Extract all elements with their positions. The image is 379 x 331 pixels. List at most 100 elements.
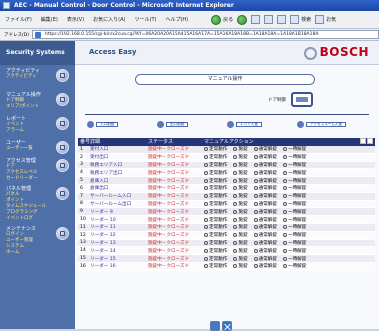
row-name[interactable]: 受付入口 xyxy=(90,146,148,152)
sidebar-item-event-log[interactable]: イベントログ xyxy=(6,216,75,222)
action-radio[interactable]: 通常解錠 xyxy=(253,209,277,215)
row-name[interactable]: リーダー 13 xyxy=(90,240,148,246)
action-radio[interactable]: 一時解錠 xyxy=(282,256,306,262)
action-radio[interactable]: 定常動作 xyxy=(204,170,227,176)
row-name[interactable]: リーダー 15 xyxy=(90,256,148,262)
back-button[interactable]: 戻る xyxy=(211,14,233,26)
action-radio[interactable]: 通常解錠 xyxy=(253,263,277,269)
action-radio[interactable]: 施錠 xyxy=(233,240,248,246)
action-radio[interactable]: 施錠 xyxy=(233,217,248,223)
action-radio[interactable]: 一時解錠 xyxy=(282,217,306,223)
action-radio[interactable]: 定常動作 xyxy=(204,263,227,269)
action-radio[interactable]: 施錠 xyxy=(233,170,248,176)
action-radio[interactable]: 一時解錠 xyxy=(282,201,306,207)
action-radio[interactable]: 通常解錠 xyxy=(253,178,277,184)
menu-view[interactable]: 表示(V) xyxy=(67,16,84,23)
action-radio[interactable]: 施錠 xyxy=(233,162,248,168)
action-radio[interactable]: 定常動作 xyxy=(204,217,227,223)
action-radio[interactable]: 通常解錠 xyxy=(253,154,277,160)
action-radio[interactable]: 一時解錠 xyxy=(282,248,306,254)
action-radio[interactable]: 定常動作 xyxy=(204,154,227,160)
action-radio[interactable]: 通常解錠 xyxy=(253,224,277,230)
action-radio[interactable]: 定常動作 xyxy=(204,146,227,152)
row-name[interactable]: 執務エリア出口 xyxy=(90,170,148,176)
action-radio[interactable]: 通常解錠 xyxy=(253,193,277,199)
row-name[interactable]: リーダー 11 xyxy=(90,224,148,230)
apply-icon[interactable] xyxy=(210,321,220,331)
action-radio[interactable]: 通常解錠 xyxy=(253,248,277,254)
action-radio[interactable]: 一時解錠 xyxy=(282,232,306,238)
action-radio[interactable]: 施錠 xyxy=(233,248,248,254)
action-radio[interactable]: 通常解錠 xyxy=(253,185,277,191)
action-radio[interactable]: 一時解錠 xyxy=(282,170,306,176)
action-radio[interactable]: 施錠 xyxy=(233,193,248,199)
action-radio[interactable]: 一時解錠 xyxy=(282,146,306,152)
action-radio[interactable]: 通常解錠 xyxy=(253,256,277,262)
row-name[interactable]: 倉庫入口 xyxy=(90,178,148,184)
home-icon[interactable] xyxy=(277,15,287,24)
action-radio[interactable]: 定常動作 xyxy=(204,256,227,262)
action-radio[interactable]: 定常動作 xyxy=(204,185,227,191)
row-name[interactable]: リーダー 10 xyxy=(90,217,148,223)
favorites-button[interactable]: お気 xyxy=(315,14,336,26)
help-icon[interactable] xyxy=(367,138,373,144)
row-name[interactable]: 受付出口 xyxy=(90,154,148,160)
action-radio[interactable]: 一時解錠 xyxy=(282,224,306,230)
row-name[interactable]: リーダー 9 xyxy=(90,209,148,215)
row-name[interactable]: リーダー 16 xyxy=(90,263,148,269)
action-radio[interactable]: 通常解錠 xyxy=(253,217,277,223)
action-radio[interactable]: 定常動作 xyxy=(204,178,227,184)
menu-favorites[interactable]: お気に入り(A) xyxy=(93,16,125,23)
row-name[interactable]: リーダー 12 xyxy=(90,232,148,238)
action-radio[interactable]: 定常動作 xyxy=(204,209,227,215)
access-icon[interactable] xyxy=(56,159,69,172)
activity-icon[interactable] xyxy=(56,69,69,82)
forward-button[interactable] xyxy=(237,14,248,26)
refresh-icon[interactable] xyxy=(360,138,366,144)
action-radio[interactable]: 定常動作 xyxy=(204,193,227,199)
action-radio[interactable]: 定常動作 xyxy=(204,162,227,168)
action-radio[interactable]: 定常動作 xyxy=(204,248,227,254)
maintenance-icon[interactable] xyxy=(56,227,69,240)
action-radio[interactable]: 一時解錠 xyxy=(282,162,306,168)
action-radio[interactable]: 通常解錠 xyxy=(253,232,277,238)
menu-edit[interactable]: 編集(E) xyxy=(41,16,58,23)
menu-tools[interactable]: ツール(T) xyxy=(135,16,157,23)
action-radio[interactable]: 施錠 xyxy=(233,154,248,160)
search-button[interactable]: 検索 xyxy=(290,14,311,26)
action-radio[interactable]: 通常解錠 xyxy=(253,162,277,168)
action-radio[interactable]: 通常解錠 xyxy=(253,201,277,207)
manual-control-icon[interactable] xyxy=(56,93,69,106)
row-name[interactable]: サーバールーム出口 xyxy=(90,201,148,207)
action-radio[interactable]: 施錠 xyxy=(233,224,248,230)
door-control-icon[interactable] xyxy=(291,92,313,107)
action-radio[interactable]: 施錠 xyxy=(233,185,248,191)
tab-exit[interactable]: 出口制御 xyxy=(157,121,189,128)
row-name[interactable]: 倉庫出口 xyxy=(90,185,148,191)
refresh-icon[interactable] xyxy=(264,15,274,24)
action-radio[interactable]: 一時解錠 xyxy=(282,185,306,191)
address-input[interactable]: https://192.168.0.155/cgi-bin/x2cua.cgi?… xyxy=(31,30,379,39)
action-radio[interactable]: 施錠 xyxy=(233,201,248,207)
action-radio[interactable]: 定常動作 xyxy=(204,232,227,238)
cancel-icon[interactable] xyxy=(222,321,232,331)
action-radio[interactable]: 一時解錠 xyxy=(282,193,306,199)
mode-pill[interactable]: マニュアル操作 xyxy=(135,74,315,85)
action-radio[interactable]: 施錠 xyxy=(233,263,248,269)
report-icon[interactable] xyxy=(56,117,69,130)
sidebar-item-readers[interactable]: カードリーダー xyxy=(6,176,75,182)
action-radio[interactable]: 通常解錠 xyxy=(253,170,277,176)
tab-entry[interactable]: 入口制御 xyxy=(87,121,119,128)
action-radio[interactable]: 一時解錠 xyxy=(282,154,306,160)
action-radio[interactable]: 定常動作 xyxy=(204,240,227,246)
action-radio[interactable]: 一時解錠 xyxy=(282,209,306,215)
tab-access-room[interactable]: アクセスルーム入室 xyxy=(297,121,347,128)
menu-file[interactable]: ファイル(F) xyxy=(5,16,32,23)
action-radio[interactable]: 通常解錠 xyxy=(253,146,277,152)
row-name[interactable]: 執務エリア入口 xyxy=(90,162,148,168)
action-radio[interactable]: 施錠 xyxy=(233,178,248,184)
action-radio[interactable]: 定常動作 xyxy=(204,224,227,230)
menu-help[interactable]: ヘルプ(H) xyxy=(165,16,188,23)
row-name[interactable]: サーバールーム入口 xyxy=(90,193,148,199)
sidebar-item-home[interactable]: ホーム xyxy=(6,250,75,256)
